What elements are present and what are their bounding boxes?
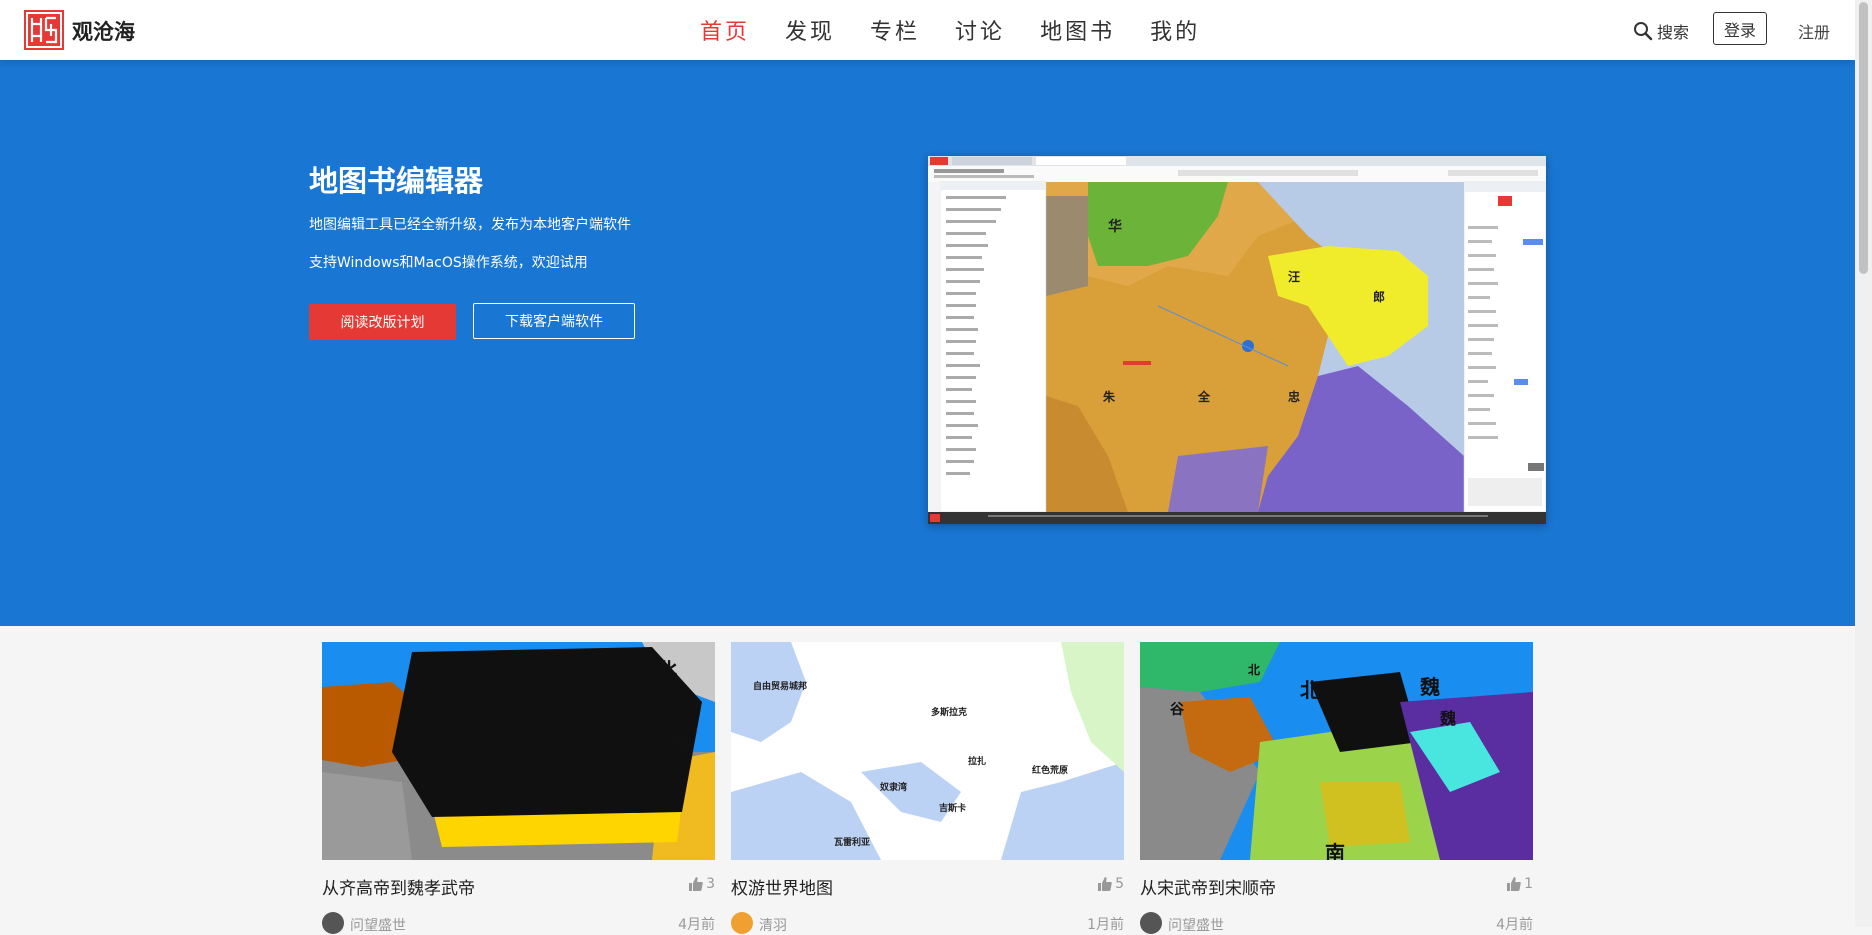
like-count[interactable]: 3 (689, 876, 715, 892)
like-count-value: 3 (706, 876, 715, 892)
like-count-value: 1 (1524, 876, 1533, 892)
map-label-ghiscar: 吉斯卡 (939, 802, 966, 814)
post-time: 4月前 (1496, 917, 1533, 933)
login-button[interactable]: 登录 (1713, 12, 1767, 45)
map-label-south: 南 (1325, 841, 1345, 860)
card-title[interactable]: 权游世界地图 (731, 874, 833, 899)
svg-text:汪: 汪 (1288, 269, 1300, 284)
hero-banner: 地图书编辑器 地图编辑工具已经全新升级，发布为本地客户端软件 支持Windows… (0, 60, 1855, 626)
mapbook-card-1[interactable]: 北 魏 从齐高帝到魏孝武帝 3 问望盛世 4月前 (322, 642, 715, 934)
thumbs-up-icon (1507, 877, 1521, 891)
map-label-slavers-bay: 奴隶湾 (879, 781, 907, 793)
read-plan-button[interactable]: 阅读改版计划 (309, 304, 456, 340)
mapbook-card-3[interactable]: 北 北 魏 魏 谷 南 从宋武帝到宋顺帝 1 问望盛世 4月前 (1140, 642, 1533, 934)
map-label-free-cities: 自由贸易城邦 (753, 680, 807, 692)
map-label-red-waste: 红色荒原 (1032, 764, 1068, 776)
map-label-gu: 谷 (1170, 702, 1185, 718)
like-count-value: 5 (1115, 876, 1124, 892)
brand-name[interactable]: 观沧海 (72, 16, 135, 46)
thumbs-up-icon (1098, 877, 1112, 891)
map-label-lhazar: 拉扎 (968, 755, 986, 767)
author-name[interactable]: 问望盛世 (1168, 915, 1224, 935)
top-header: 观沧海 首页 发现 专栏 讨论 地图书 我的 搜索 登录 注册 (0, 0, 1855, 60)
main-nav: 首页 发现 专栏 讨论 地图书 我的 (700, 14, 1235, 46)
card-title[interactable]: 从齐高帝到魏孝武帝 (322, 874, 475, 899)
post-time: 4月前 (678, 917, 715, 933)
hero-platform-note: 支持Windows和MacOS操作系统，欢迎试用 (309, 255, 588, 271)
author-name[interactable]: 清羽 (759, 915, 787, 935)
like-count[interactable]: 5 (1098, 876, 1124, 892)
map-label-lang: 郎 (1373, 289, 1385, 304)
nav-item-discussion[interactable]: 讨论 (955, 14, 1005, 46)
nav-item-columns[interactable]: 专栏 (870, 14, 920, 46)
thumbs-up-icon (689, 877, 703, 891)
register-link[interactable]: 注册 (1798, 19, 1830, 43)
card-cover-image[interactable]: 自由贸易城邦 多斯拉克 拉扎 红色荒原 奴隶湾 吉斯卡 瓦雷利亚 (731, 642, 1124, 860)
map-label-wei-2: 魏 (1439, 709, 1456, 728)
card-cover-image[interactable]: 北 魏 (322, 642, 715, 860)
hero-title: 地图书编辑器 (309, 164, 484, 198)
map-label-wei: 魏 (671, 733, 692, 757)
nav-item-mine[interactable]: 我的 (1150, 14, 1200, 46)
search-label: 搜索 (1657, 23, 1690, 42)
map-label-north-2: 北 (1300, 678, 1320, 702)
map-label-dothraki: 多斯拉克 (931, 706, 967, 718)
download-client-button[interactable]: 下载客户端软件 (473, 303, 635, 339)
hero-description: 地图编辑工具已经全新升级，发布为本地客户端软件 (309, 217, 631, 233)
map-label-quan: 全 (1197, 389, 1211, 404)
author-name[interactable]: 问望盛世 (350, 915, 406, 935)
svg-text:华: 华 (1108, 218, 1122, 235)
like-count[interactable]: 1 (1507, 876, 1533, 892)
map-label-zhu: 朱 (1103, 389, 1116, 404)
search-button[interactable]: 搜索 (1633, 19, 1689, 43)
card-cover-image[interactable]: 北 北 魏 魏 谷 南 (1140, 642, 1533, 860)
scrollbar-thumb[interactable] (1859, 2, 1868, 274)
author-avatar[interactable] (731, 912, 753, 934)
page-scrollbar[interactable] (1855, 0, 1872, 927)
map-label-north-1: 北 (1248, 662, 1260, 677)
post-time: 1月前 (1087, 917, 1124, 933)
card-title[interactable]: 从宋武帝到宋顺帝 (1140, 874, 1276, 899)
map-label-valyria: 瓦雷利亚 (834, 836, 870, 848)
site-logo[interactable] (24, 10, 64, 50)
map-label-wei-1: 魏 (1419, 675, 1440, 699)
author-avatar[interactable] (1140, 912, 1162, 934)
nav-item-discover[interactable]: 发现 (785, 14, 835, 46)
nav-item-mapbook[interactable]: 地图书 (1040, 14, 1115, 46)
map-label-north: 北 (657, 658, 677, 682)
nav-item-home[interactable]: 首页 (700, 14, 750, 46)
author-avatar[interactable] (322, 912, 344, 934)
editor-screenshot: 华 汪 郎 朱 全 忠 (928, 156, 1547, 524)
mapbook-card-2[interactable]: 自由贸易城邦 多斯拉克 拉扎 红色荒原 奴隶湾 吉斯卡 瓦雷利亚 权游世界地图 … (731, 642, 1124, 934)
search-icon (1634, 22, 1653, 41)
map-label-zhong: 忠 (1288, 389, 1300, 404)
